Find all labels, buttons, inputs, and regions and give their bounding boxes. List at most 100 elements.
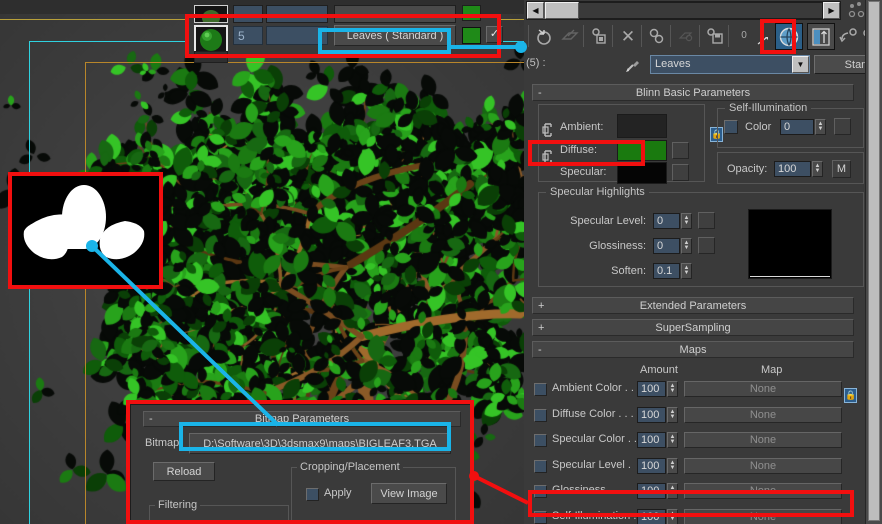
self-illumination-color-label: Color (745, 121, 772, 133)
material-slot-above[interactable] (194, 5, 228, 23)
map-amount-spinner[interactable]: ▲ ▼ (667, 381, 678, 397)
map-enable-checkbox[interactable] (534, 434, 547, 447)
map-amount-input[interactable]: 100 (637, 432, 666, 448)
chevron-down-icon[interactable]: ▼ (792, 56, 809, 73)
toolbar-separator (583, 25, 584, 47)
map-amount-spinner[interactable]: ▲ ▼ (667, 432, 678, 448)
slot-color-above[interactable] (462, 5, 481, 21)
specular-map-button[interactable] (672, 164, 689, 181)
map-amount-input[interactable]: 100 (637, 483, 666, 499)
slot-horizontal-scrollbar[interactable]: ◀ ▶ (526, 1, 841, 20)
rollout-toggle-icon: - (538, 86, 542, 99)
reload-button[interactable]: Reload (153, 462, 215, 481)
slot-number-above[interactable] (233, 5, 263, 23)
scroll-right-button[interactable]: ▶ (823, 2, 840, 19)
maps-lock-icon[interactable]: 🔒 (844, 388, 857, 403)
apply-crop-checkbox[interactable] (306, 488, 319, 501)
slot-blank-above[interactable] (266, 5, 328, 23)
map-slot-button[interactable]: None (684, 508, 842, 524)
bitmap-label: Bitmap: (145, 437, 183, 449)
slot-name-above[interactable] (334, 5, 456, 23)
map-channel-label: Ambient Color . . . (552, 382, 641, 394)
self-illumination-map-button[interactable] (834, 118, 851, 135)
toolbar-separator (641, 25, 642, 47)
get-material-icon[interactable] (531, 22, 557, 50)
scroll-left-button[interactable]: ◀ (527, 2, 544, 19)
map-slot-button[interactable]: None (684, 432, 842, 448)
map-amount-spinner[interactable]: ▲ ▼ (667, 483, 678, 499)
rollout-title: Extended Parameters (639, 299, 747, 312)
reset-map-icon[interactable] (586, 22, 612, 50)
make-material-copy-icon[interactable] (673, 22, 699, 50)
show-end-result-icon[interactable] (807, 23, 835, 50)
opacity-spinner[interactable]: ▲ ▼ (812, 161, 823, 177)
diffuse-specular-lock-icon[interactable] (542, 148, 556, 166)
map-enable-checkbox[interactable] (534, 408, 547, 422)
material-id-channel-icon[interactable]: 0 (731, 22, 757, 50)
map-slot-button[interactable]: None (684, 381, 842, 397)
assign-material-to-selection-icon[interactable] (557, 22, 583, 50)
scrollbar-track[interactable] (579, 2, 823, 19)
glossiness-spinner[interactable]: ▲ ▼ (681, 238, 692, 254)
diffuse-label: Diffuse: (560, 144, 598, 156)
map-amount-input[interactable]: 100 (637, 508, 666, 524)
material-slot-number[interactable]: 5 (233, 26, 263, 45)
material-slot-name-label[interactable]: Leaves ( Standard ) (334, 25, 456, 46)
map-amount-spinner[interactable]: ▲ ▼ (667, 457, 678, 474)
map-enable-checkbox[interactable] (534, 485, 547, 498)
specular-level-spinner[interactable]: ▲ ▼ (681, 213, 692, 229)
map-amount-input[interactable]: 100 (637, 457, 666, 474)
map-slot-button[interactable]: None (684, 406, 842, 423)
map-enable-checkbox[interactable] (534, 459, 547, 473)
panel-scrollbar[interactable] (865, 0, 882, 524)
self-illumination-color-checkbox[interactable] (724, 120, 738, 134)
material-slot-color-swatch[interactable] (462, 27, 481, 44)
opacity-map-thumbnail (8, 173, 160, 287)
specular-color-swatch[interactable] (617, 162, 667, 184)
eyedropper-icon[interactable] (622, 55, 644, 75)
material-slot-below[interactable] (194, 51, 228, 63)
glossiness-input[interactable]: 0 (653, 238, 680, 254)
put-to-library-icon[interactable] (702, 22, 728, 50)
rollout-extended-parameters[interactable]: + Extended Parameters (532, 297, 854, 314)
rollout-supersampling[interactable]: + SuperSampling (532, 319, 854, 336)
map-amount-input[interactable]: 100 (637, 406, 666, 423)
opacity-value-input[interactable]: 100 (774, 161, 811, 177)
rollout-bitmap-parameters[interactable]: - Bitmap Parameters (143, 411, 461, 427)
self-illumination-spinner[interactable]: ▲ ▼ (815, 119, 826, 135)
view-image-button[interactable]: View Image (371, 483, 447, 504)
toolbar-separator (612, 25, 613, 47)
material-slot-blank-field[interactable] (266, 26, 328, 45)
scrollbar-thumb[interactable] (545, 2, 579, 19)
self-illumination-value-input[interactable]: 0 (780, 119, 814, 135)
diffuse-map-button[interactable] (672, 142, 689, 159)
material-name-input[interactable]: Leaves (650, 55, 810, 74)
diffuse-color-swatch[interactable] (617, 140, 667, 161)
map-enable-checkbox[interactable] (534, 510, 547, 524)
map-slot-button[interactable]: None (684, 483, 842, 499)
put-material-to-scene-icon[interactable] (644, 22, 670, 50)
delete-material-icon[interactable]: ✕ (615, 22, 641, 50)
rollout-blinn-basic-parameters[interactable]: - Blinn Basic Parameters (532, 84, 854, 101)
ambient-diffuse-lock-icon[interactable] (542, 121, 556, 139)
rollout-maps[interactable]: - Maps (532, 341, 854, 358)
soften-spinner[interactable]: ▲ ▼ (681, 263, 692, 279)
show-map-in-viewport-icon[interactable] (775, 23, 803, 50)
glossiness-map-button[interactable] (698, 237, 715, 254)
bitmap-path-button[interactable]: D:\Software\3D\3dsmax9\maps\BIGLEAF3.TGA (189, 433, 451, 454)
material-slot-checkbox[interactable]: ✓ (486, 26, 503, 43)
map-amount-spinner[interactable]: ▲ ▼ (667, 508, 678, 524)
map-amount-input[interactable]: 100 (637, 381, 666, 397)
map-slot-button[interactable]: None (684, 457, 842, 474)
ambient-color-swatch[interactable] (617, 114, 667, 138)
specular-level-input[interactable]: 0 (653, 213, 680, 229)
map-channel-label: Self-Illumination . (552, 509, 637, 522)
soften-input[interactable]: 0.1 (653, 263, 680, 279)
material-effects-pointer-icon[interactable] (755, 34, 771, 48)
opacity-map-button[interactable]: M (832, 160, 851, 178)
toolbar-separator (670, 25, 671, 47)
panel-scrollbar-thumb[interactable] (868, 1, 880, 521)
specular-level-map-button[interactable] (698, 212, 715, 229)
map-amount-spinner[interactable]: ▲ ▼ (667, 406, 678, 423)
map-enable-checkbox[interactable] (534, 383, 547, 396)
